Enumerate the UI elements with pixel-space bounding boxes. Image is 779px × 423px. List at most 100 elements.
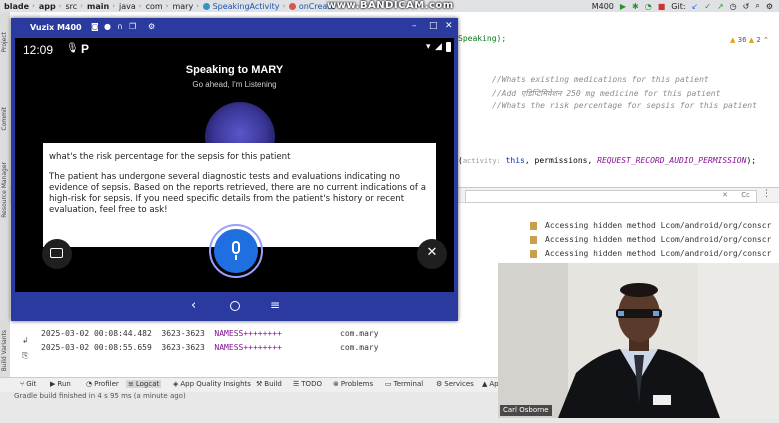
tool-terminal-label: Terminal xyxy=(393,380,424,388)
git-update-icon[interactable]: ↙ xyxy=(692,2,699,11)
settings-icon[interactable]: ⚙ xyxy=(766,2,773,11)
breadcrumb-com[interactable]: com xyxy=(146,2,163,11)
log-hidden-text: Accessing hidden method Lcom/android/org… xyxy=(545,235,772,244)
method-icon xyxy=(289,2,297,10)
debug-icon[interactable]: ✱ xyxy=(632,2,639,11)
tool-run-label: Run xyxy=(57,380,71,388)
record-icon[interactable]: ● xyxy=(104,22,111,31)
minimize-icon[interactable]: – xyxy=(412,21,417,31)
tool-ap[interactable]: ▲ Ap xyxy=(482,380,499,388)
emulator-title: Vuzix M400 xyxy=(30,23,82,32)
tool-todo[interactable]: ☰ TODO xyxy=(293,380,322,388)
breadcrumb-class[interactable]: SpeakingActivity xyxy=(203,2,279,11)
history-icon[interactable]: ◷ xyxy=(730,2,737,11)
breadcrumb-separator: › xyxy=(80,2,84,10)
camera-icon[interactable]: ◙ xyxy=(91,22,99,31)
menu-icon[interactable]: ≡ xyxy=(270,298,280,312)
maximize-icon[interactable]: □ xyxy=(429,21,438,31)
logcat-filter-input[interactable]: ✕ Cc xyxy=(465,190,757,203)
profile-icon[interactable]: ◔ xyxy=(645,2,652,11)
log-time: 2025-03-02 00:08:55.659 xyxy=(41,343,152,352)
search-icon[interactable]: ⌕ xyxy=(755,1,759,11)
log-row[interactable]: 2025-03-02 00:08:44.482 3623-3623 NAMESS… xyxy=(41,329,379,338)
breadcrumb-separator: › xyxy=(32,2,35,10)
more-icon[interactable]: ⋮ xyxy=(762,189,771,199)
code-line-fragment: Speaking); xyxy=(458,34,507,43)
ap-icon: ▲ xyxy=(482,380,488,388)
breadcrumb-src[interactable]: src xyxy=(66,2,78,11)
terminal-icon: ▭ xyxy=(385,380,392,388)
log-tag: NAMESS++++++++ xyxy=(214,329,282,338)
mic-button[interactable] xyxy=(214,229,258,273)
user-question: what's the risk percentage for the sepsi… xyxy=(49,152,291,162)
tool-git[interactable]: ⑂ Git xyxy=(20,380,36,388)
breadcrumb-java[interactable]: java xyxy=(119,2,136,11)
build-icon: ⚒ xyxy=(256,380,263,388)
android-nav-bar: ‹ ≡ xyxy=(11,292,458,321)
stop-icon[interactable]: ■ xyxy=(658,2,666,11)
todo-icon: ☰ xyxy=(293,380,300,388)
breadcrumb-project[interactable]: blade xyxy=(4,2,29,11)
tool-terminal[interactable]: ▭ Terminal xyxy=(385,380,423,388)
assistant-answer: The patient has undergone several diagno… xyxy=(49,172,426,215)
git-icon: ⑂ xyxy=(20,380,25,388)
resource-tool-tab[interactable]: Resource Manager xyxy=(1,162,8,218)
speaking-subheading: Go ahead, I'm Listening xyxy=(192,80,277,89)
device-selector[interactable]: M400 xyxy=(592,2,614,11)
breadcrumb-separator: › xyxy=(112,2,115,10)
commit-tool-tab[interactable]: Commit xyxy=(1,107,8,131)
filter-clear-icon[interactable]: ✕ xyxy=(722,191,728,199)
run-icon[interactable]: ▶ xyxy=(620,2,626,11)
project-tool-tab[interactable]: Project xyxy=(1,32,8,53)
keyboard-button[interactable] xyxy=(42,239,72,269)
window-close-icon[interactable]: ✕ xyxy=(445,21,453,31)
mic-icon xyxy=(232,241,240,254)
breadcrumb-mary[interactable]: mary xyxy=(172,2,193,11)
tool-services[interactable]: ⚙ Services xyxy=(436,380,474,388)
tool-profiler[interactable]: ◔ Profiler xyxy=(86,380,119,388)
recording-watermark: www.BANDICAM.com xyxy=(327,0,454,11)
home-icon[interactable] xyxy=(230,301,240,311)
breadcrumb-main[interactable]: main xyxy=(87,2,109,11)
tool-logcat-label: Logcat xyxy=(135,380,160,388)
headset-icon[interactable]: ∩ xyxy=(117,22,123,31)
breadcrumb-module[interactable]: app xyxy=(39,2,56,11)
problems-icon: ⊗ xyxy=(333,380,339,388)
copy-icon[interactable]: ❐ xyxy=(129,22,136,31)
log-pkg: com.mary xyxy=(340,343,379,352)
warning-marker xyxy=(530,221,537,230)
match-case-toggle[interactable]: Cc xyxy=(741,191,750,199)
inspection-widget[interactable]: ▲ 36 ▲ 2 ⌃ xyxy=(730,36,769,44)
logcat-side-icon-wrap[interactable]: ↲ xyxy=(22,336,29,345)
gear-icon[interactable]: ⚙ xyxy=(148,22,155,31)
close-button[interactable]: ✕ xyxy=(417,239,447,269)
parameter-hint: activity: xyxy=(462,157,501,165)
tool-problems[interactable]: ⊗ Problems xyxy=(333,380,373,388)
device-screen[interactable]: 12:09 🎙 P ▾ ◢ Speaking to MARY Go ahead,… xyxy=(15,38,454,292)
build-variants-tool-tab[interactable]: Build Variants xyxy=(1,330,8,371)
git-push-icon[interactable]: ↗ xyxy=(717,2,724,11)
tool-build[interactable]: ⚒ Build xyxy=(256,380,282,388)
tool-aqi[interactable]: ◈ App Quality Insights xyxy=(173,380,251,388)
emulator-window: Vuzix M400 ◙ ● ∩ ❐ ⚙ – □ ✕ 12:09 🎙 P ▾ ◢… xyxy=(11,18,458,321)
breadcrumb-class-label: SpeakingActivity xyxy=(212,1,280,11)
code-arg-this: this xyxy=(505,156,525,165)
back-icon[interactable]: ‹ xyxy=(191,298,196,313)
tool-run[interactable]: ▶ Run xyxy=(50,380,71,388)
code-comment-2: //Add एडिप्टिमिवेशन 250 mg medicine for … xyxy=(492,89,721,98)
ide-toolbar: M400 ▶ ✱ ◔ ■ Git: ↙ ✓ ↗ ◷ ↺ ⌕ ⚙ xyxy=(592,0,779,12)
log-hidden-text: Accessing hidden method Lcom/android/org… xyxy=(545,249,772,258)
git-commit-icon[interactable]: ✓ xyxy=(704,2,711,11)
tool-logcat[interactable]: ≡ Logcat xyxy=(126,380,162,388)
code-call-end: ); xyxy=(746,156,757,165)
logcat-side-icon-clear[interactable]: ⎘ xyxy=(22,351,28,361)
chevron-up-icon[interactable]: ⌃ xyxy=(763,36,769,44)
webcam-feed xyxy=(498,263,779,418)
weak-warnings-count: 2 xyxy=(756,36,761,44)
emulator-title-bar[interactable]: Vuzix M400 ◙ ● ∩ ❐ ⚙ – □ ✕ xyxy=(11,18,458,38)
log-row[interactable]: 2025-03-02 00:08:55.659 3623-3623 NAMESS… xyxy=(41,343,379,352)
rollback-icon[interactable]: ↺ xyxy=(743,2,750,11)
tool-aqi-label: App Quality Insights xyxy=(180,380,251,388)
warning-icon: ▲ xyxy=(730,36,736,44)
tool-services-label: Services xyxy=(444,380,474,388)
